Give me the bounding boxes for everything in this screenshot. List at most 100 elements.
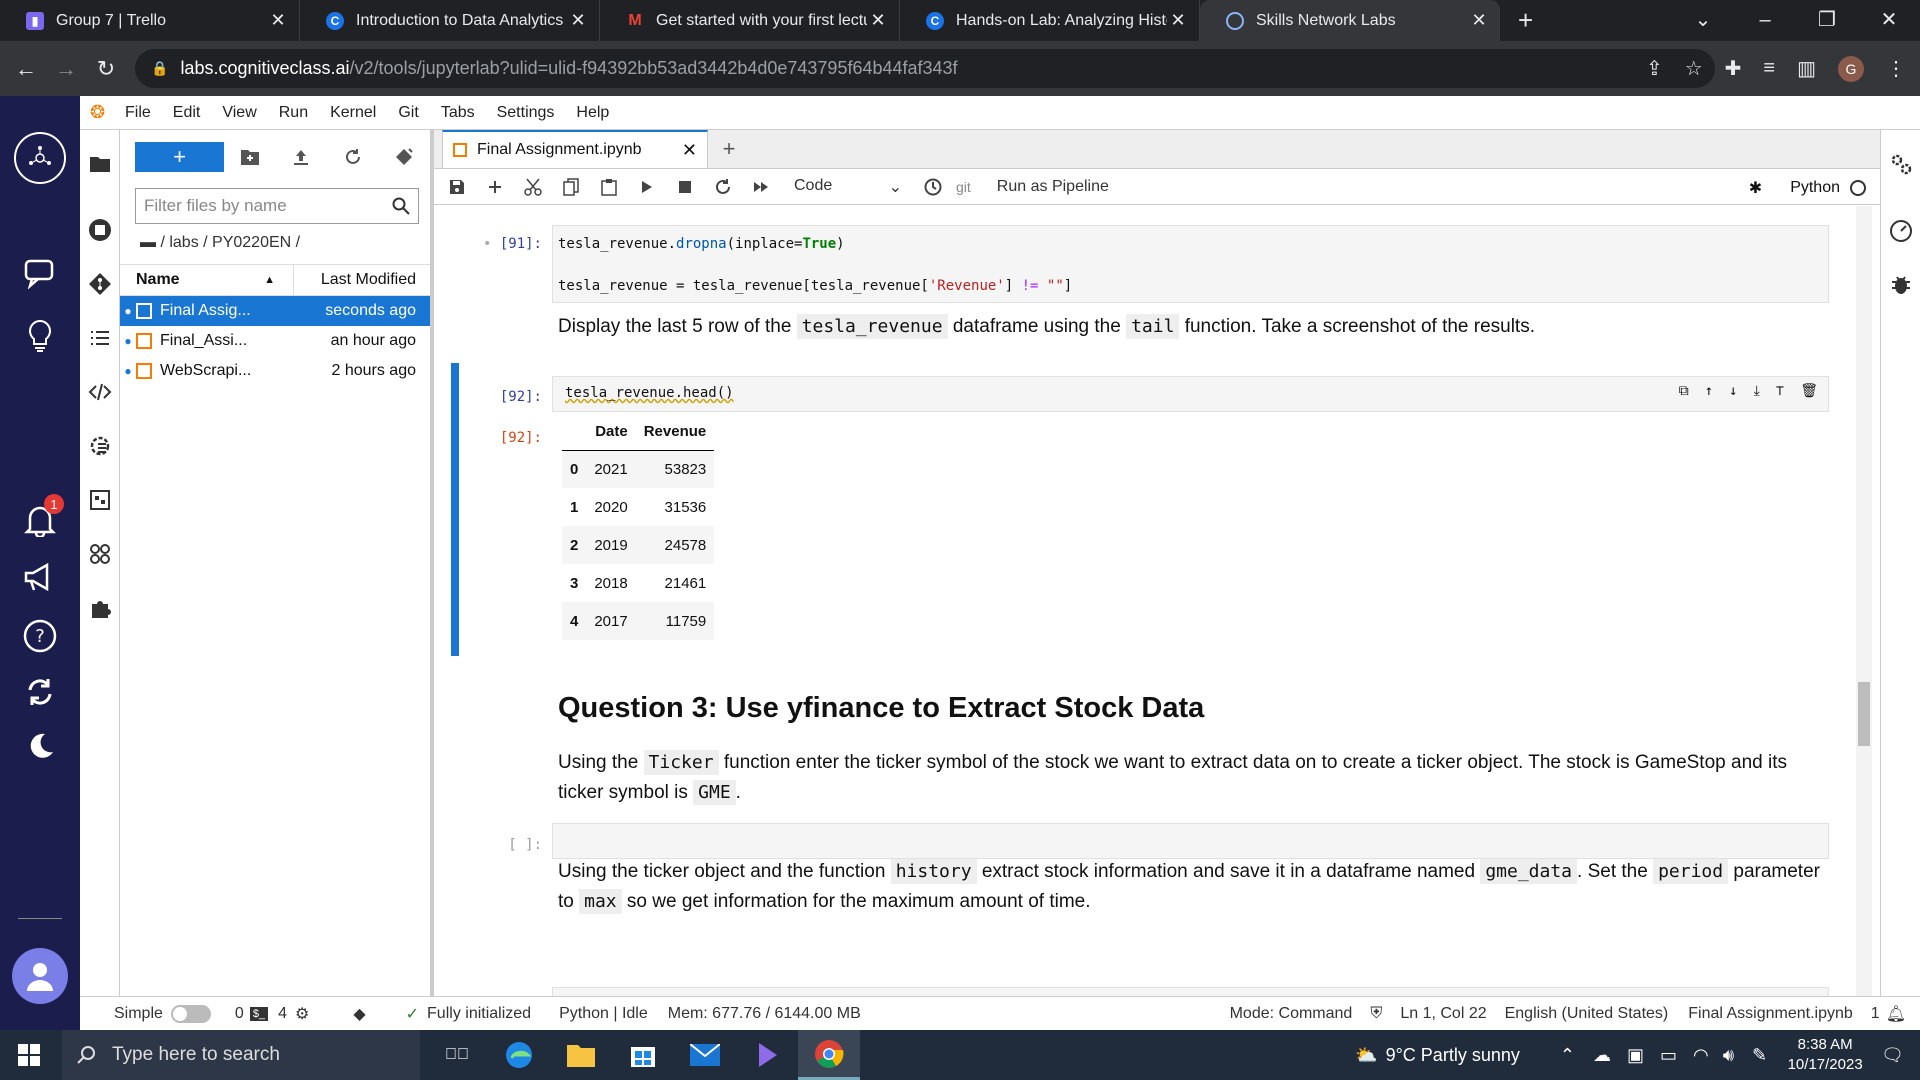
running-stop-icon[interactable]: [88, 218, 112, 242]
git-status-icon[interactable]: ◆: [353, 1004, 365, 1024]
user-avatar[interactable]: [12, 948, 68, 1004]
browser-tab[interactable]: M Get started with your first lectur ✕: [600, 0, 900, 41]
save-icon[interactable]: [438, 179, 476, 195]
column-name[interactable]: Name ▲: [120, 264, 294, 296]
code-cell-input[interactable]: tesla_revenue.head() ⧉ ↑ ↓ ⤓ ⊤ 🗑: [552, 376, 1829, 412]
debugger-bug-icon[interactable]: [1889, 272, 1913, 296]
cut-icon[interactable]: [514, 178, 552, 196]
move-up-icon[interactable]: ↑: [1705, 383, 1713, 399]
close-icon[interactable]: ✕: [682, 140, 697, 161]
cell-type-select[interactable]: Code ⌄: [794, 177, 902, 197]
property-gears-icon[interactable]: [1889, 152, 1913, 176]
address-bar[interactable]: 🔒 labs.cognitiveclass.ai /v2/tools/jupyt…: [135, 49, 1715, 88]
browser-tab[interactable]: C Introduction to Data Analytics | ( ✕: [300, 0, 600, 41]
markdown-heading[interactable]: Question 3: Use yfinance to Extract Stoc…: [558, 690, 1828, 726]
forward-icon[interactable]: →: [46, 56, 86, 82]
chrome-icon[interactable]: [798, 1030, 860, 1080]
share-icon[interactable]: ⇪: [1646, 56, 1663, 81]
menu-git[interactable]: Git: [387, 104, 429, 122]
markdown-cell[interactable]: Using the ticker object and the function…: [558, 857, 1828, 917]
git-icon[interactable]: [88, 272, 112, 296]
sync-icon[interactable]: [20, 672, 60, 712]
close-icon[interactable]: ✕: [267, 10, 289, 31]
code-cell-input-empty[interactable]: [552, 823, 1829, 859]
notification-center-icon[interactable]: 🗨︎: [1881, 1045, 1904, 1066]
display-icon[interactable]: ▣: [1627, 1045, 1644, 1066]
upload-icon[interactable]: [276, 148, 327, 166]
lsp-status[interactable]: Fully initialized: [427, 1005, 531, 1023]
close-icon[interactable]: ✕: [567, 10, 589, 31]
scrollbar-thumb[interactable]: [1858, 682, 1870, 746]
refresh-icon[interactable]: [327, 148, 378, 166]
volume-icon[interactable]: 🔊︎: [1723, 1045, 1734, 1066]
file-row[interactable]: ● Final_Assi... an hour ago: [120, 326, 430, 356]
code-cell-input-empty[interactable]: [552, 987, 1829, 996]
edge-icon[interactable]: [488, 1030, 550, 1080]
dark-mode-moon-icon[interactable]: [20, 726, 60, 766]
close-icon[interactable]: ✕: [1167, 10, 1189, 31]
system-clock[interactable]: 8:38 AM 10/17/2023: [1775, 1035, 1875, 1075]
file-filter-input[interactable]: Filter files by name: [135, 188, 419, 224]
task-view-icon[interactable]: ▯⃞: [426, 1030, 488, 1080]
bell-icon[interactable]: 🔔︎: [1886, 1004, 1906, 1024]
tab-final-assignment[interactable]: Final Assignment.ipynb ✕: [442, 130, 708, 168]
restart-icon[interactable]: [704, 178, 742, 195]
fast-forward-icon[interactable]: [742, 181, 780, 193]
debugger-bug-icon[interactable]: ✱: [1749, 178, 1762, 198]
move-down-icon[interactable]: ↓: [1729, 383, 1737, 399]
markdown-cell[interactable]: Using the Ticker function enter the tick…: [558, 748, 1828, 808]
run-as-pipeline-button[interactable]: Run as Pipeline: [997, 178, 1109, 196]
skills-network-logo-icon[interactable]: [14, 132, 66, 184]
menu-view[interactable]: View: [211, 104, 267, 122]
terminal-count[interactable]: 0: [235, 1005, 244, 1023]
extension-manager-icon[interactable]: [88, 596, 112, 620]
file-row[interactable]: ● Final Assig... seconds ago: [120, 296, 430, 326]
cursor-position[interactable]: Ln 1, Col 22: [1400, 1005, 1486, 1023]
chevron-up-icon[interactable]: ⌃: [1560, 1045, 1575, 1066]
simple-mode-toggle[interactable]: [170, 1004, 211, 1023]
stop-icon[interactable]: [666, 180, 704, 193]
breadcrumb[interactable]: ▬ / labs / PY0220EN /: [140, 234, 430, 252]
trust-shield-icon[interactable]: ⛨: [1370, 1005, 1382, 1023]
lightbulb-icon[interactable]: [20, 316, 60, 356]
insert-cell-icon[interactable]: [476, 180, 514, 194]
wifi-icon[interactable]: ◠: [1693, 1045, 1709, 1066]
markdown-cell[interactable]: Display the last 5 row of the tesla_reve…: [558, 312, 1828, 342]
active-cell-collapser[interactable]: [451, 363, 459, 656]
run-icon[interactable]: [628, 180, 666, 194]
delete-cell-icon[interactable]: 🗑: [1800, 383, 1818, 399]
new-folder-icon[interactable]: [224, 148, 275, 166]
new-launcher-button[interactable]: +: [135, 142, 225, 172]
bookmark-star-icon[interactable]: ☆: [1685, 56, 1703, 81]
close-window-icon[interactable]: ✕: [1858, 0, 1920, 41]
table-of-contents-icon[interactable]: [88, 326, 112, 350]
store-icon[interactable]: [612, 1030, 674, 1080]
browser-tab[interactable]: C Hands-on Lab: Analyzing Histori ✕: [900, 0, 1200, 41]
menu-kebab-icon[interactable]: ⋮: [1886, 56, 1906, 81]
weather-status[interactable]: 9°C Partly sunny: [1386, 1045, 1520, 1066]
taskbar-search-box[interactable]: Type here to search: [62, 1030, 420, 1080]
close-icon[interactable]: ✕: [1468, 10, 1490, 31]
pen-icon[interactable]: ✎: [1752, 1045, 1767, 1066]
onedrive-icon[interactable]: ☁: [1593, 1045, 1611, 1066]
menu-edit[interactable]: Edit: [162, 104, 212, 122]
code-snippets-icon[interactable]: [88, 380, 112, 404]
windows-start-icon[interactable]: [18, 1044, 40, 1066]
copy-icon[interactable]: [552, 177, 590, 196]
chat-icon[interactable]: [20, 254, 60, 294]
paste-icon[interactable]: [590, 178, 628, 196]
duplicate-cell-icon[interactable]: ⧉: [1679, 383, 1689, 399]
media-icon[interactable]: ≡: [1763, 57, 1775, 80]
new-tab-icon[interactable]: +: [714, 134, 744, 164]
elyra-pipeline-icon[interactable]: [88, 488, 112, 512]
code-cell-input[interactable]: tesla_revenue.dropna(inplace=True) tesla…: [552, 225, 1829, 303]
menu-help[interactable]: Help: [565, 104, 620, 122]
gauge-icon[interactable]: [1889, 218, 1913, 242]
kernel-indicator[interactable]: ✱ Python: [1749, 178, 1866, 198]
kernel-count[interactable]: 4: [278, 1005, 287, 1023]
clock-icon[interactable]: [914, 178, 952, 196]
language-indicator[interactable]: English (United States): [1505, 1005, 1669, 1023]
menu-kernel[interactable]: Kernel: [319, 104, 387, 122]
notifications-bell-icon[interactable]: 1: [20, 494, 64, 540]
menu-file[interactable]: File: [114, 104, 162, 122]
